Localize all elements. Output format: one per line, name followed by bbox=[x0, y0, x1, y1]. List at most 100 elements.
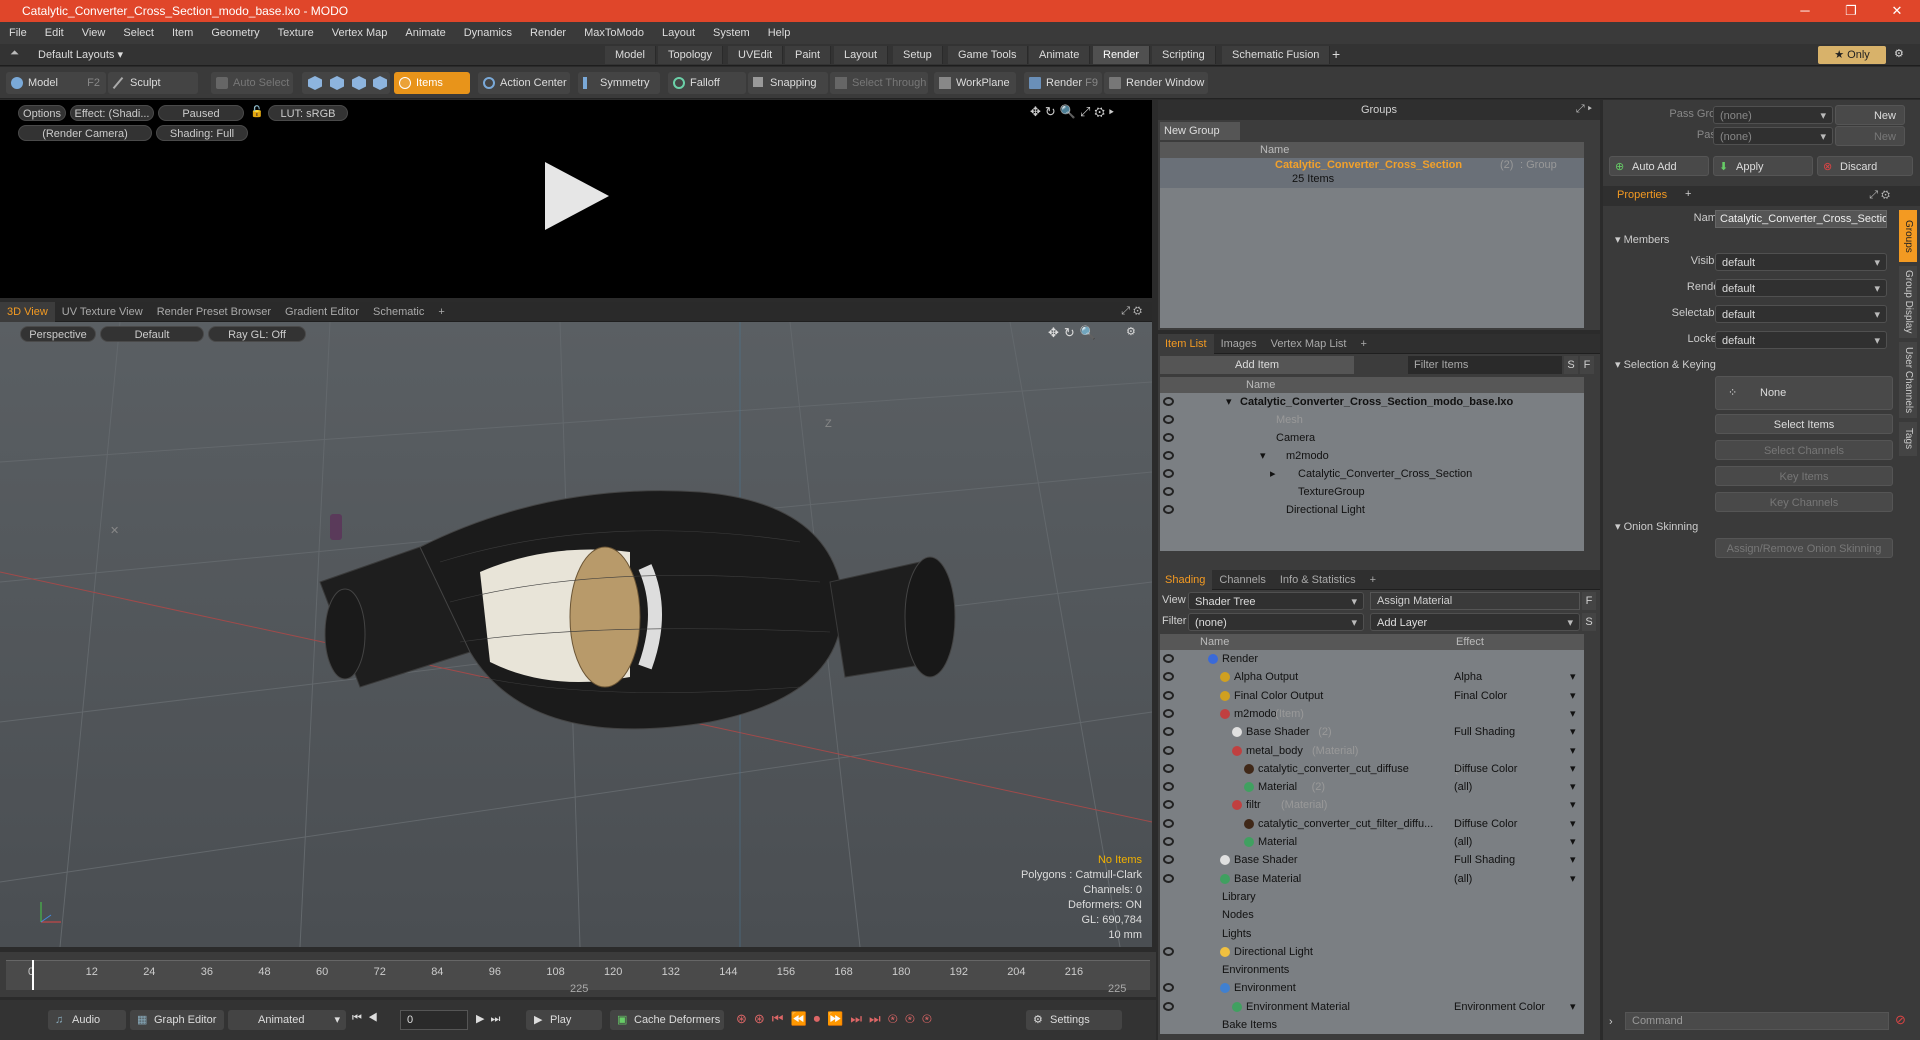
tab-layout[interactable]: Layout bbox=[834, 46, 889, 64]
filter-dropdown[interactable]: (none) bbox=[1188, 613, 1364, 632]
tab-paint[interactable]: Paint bbox=[785, 46, 832, 64]
pass-groups-dropdown[interactable]: (none) bbox=[1713, 106, 1833, 125]
lut-dropdown[interactable]: LUT: sRGB bbox=[268, 105, 348, 121]
auto-add-button[interactable]: ⊕ Auto Add bbox=[1609, 156, 1709, 176]
transport-fwd-icons[interactable]: ▶⏭ bbox=[476, 1012, 506, 1026]
chevron-down-icon[interactable]: ▾ bbox=[1570, 778, 1576, 796]
menu-vertex-map[interactable]: Vertex Map bbox=[323, 22, 397, 44]
shader-row[interactable]: Bake Items bbox=[1160, 1016, 1584, 1034]
viewport-options-icon[interactable]: ⤢ ⚙ bbox=[1121, 305, 1142, 318]
render-window-button[interactable]: Render Window bbox=[1104, 72, 1208, 94]
menu-geometry[interactable]: Geometry bbox=[202, 22, 268, 44]
materials-icon[interactable] bbox=[373, 76, 387, 90]
eye-icon[interactable] bbox=[1163, 505, 1174, 514]
side-tab-group-display[interactable]: Group Display bbox=[1899, 266, 1917, 338]
shader-row[interactable]: Base Material (all) ▾ bbox=[1160, 870, 1584, 888]
shader-row[interactable]: metal_body (Material) ▾ bbox=[1160, 742, 1584, 760]
menu-file[interactable]: File bbox=[0, 22, 36, 44]
eye-icon[interactable] bbox=[1163, 708, 1174, 718]
layout-icon[interactable]: ⏶ bbox=[10, 47, 19, 60]
eye-icon[interactable] bbox=[1163, 487, 1174, 496]
list-item[interactable]: Catalytic_Converter_Cross_Section_modo_b… bbox=[1160, 393, 1584, 411]
render-dropdown[interactable]: default bbox=[1715, 279, 1887, 298]
shader-row[interactable]: Environments bbox=[1160, 961, 1584, 979]
groups-expand-icon[interactable]: ⤢ ▸ bbox=[1576, 103, 1592, 116]
add-itemlist-tab-icon[interactable]: + bbox=[1353, 334, 1373, 354]
selectable-dropdown[interactable]: default bbox=[1715, 305, 1887, 324]
add-shading-tab-icon[interactable]: + bbox=[1363, 570, 1383, 590]
close-icon[interactable]: ✕ bbox=[1874, 0, 1920, 22]
tab-setup[interactable]: Setup bbox=[893, 46, 943, 64]
eye-icon[interactable] bbox=[1163, 818, 1174, 828]
eye-icon[interactable] bbox=[1163, 690, 1174, 700]
shader-row[interactable]: Nodes bbox=[1160, 906, 1584, 924]
eye-icon[interactable] bbox=[1163, 433, 1174, 442]
audio-button[interactable]: ♫ Audio bbox=[48, 1010, 126, 1030]
filter-items-input[interactable]: Filter Items bbox=[1408, 356, 1562, 374]
new-pass-button[interactable]: New bbox=[1835, 126, 1905, 146]
menu-dynamics[interactable]: Dynamics bbox=[455, 22, 521, 44]
viewport-nav-icons[interactable]: ✥↻🔍 bbox=[1048, 325, 1101, 341]
tab-3d-view[interactable]: 3D View bbox=[0, 302, 55, 322]
shader-row[interactable]: Base Shader (2) Full Shading ▾ bbox=[1160, 723, 1584, 741]
preview-nav-icons[interactable]: ✥↻🔍⤢⚙▸ bbox=[1030, 104, 1118, 120]
menu-item[interactable]: Item bbox=[163, 22, 202, 44]
chevron-down-icon[interactable]: ▾ bbox=[1570, 723, 1576, 741]
shader-row-effect[interactable]: Diffuse Color bbox=[1454, 760, 1517, 778]
onion-skinning-section[interactable]: ▾ Onion Skinning bbox=[1615, 520, 1698, 533]
menu-texture[interactable]: Texture bbox=[269, 22, 323, 44]
eye-icon[interactable] bbox=[1163, 837, 1174, 846]
key-channels-button[interactable]: Key Channels bbox=[1715, 492, 1893, 512]
shader-row[interactable]: catalytic_converter_cut_filter_diffu... D… bbox=[1160, 815, 1584, 833]
filter-s-button[interactable]: S bbox=[1564, 356, 1578, 374]
menu-layout[interactable]: Layout bbox=[653, 22, 704, 44]
tab-item-list[interactable]: Item List bbox=[1158, 334, 1214, 354]
shader-row-effect[interactable]: Diffuse Color bbox=[1454, 815, 1517, 833]
snapping-button[interactable]: Snapping bbox=[748, 72, 828, 94]
shader-row-effect[interactable]: Environment Color bbox=[1454, 998, 1545, 1016]
eye-icon[interactable] bbox=[1163, 415, 1174, 424]
edges-icon[interactable] bbox=[330, 76, 344, 90]
shader-row[interactable]: Environment Material Environment Color ▾ bbox=[1160, 998, 1584, 1016]
tab-schematic-fusion[interactable]: Schematic Fusion bbox=[1222, 46, 1331, 64]
chevron-down-icon[interactable]: ▾ bbox=[1570, 851, 1576, 869]
shader-row-effect[interactable]: (all) bbox=[1454, 870, 1472, 888]
eye-icon[interactable] bbox=[1163, 763, 1174, 773]
chevron-right-icon[interactable]: ▸ bbox=[1270, 465, 1276, 483]
menu-edit[interactable]: Edit bbox=[36, 22, 73, 44]
symmetry-button[interactable]: Symmetry bbox=[578, 72, 660, 94]
locked-dropdown[interactable]: default bbox=[1715, 331, 1887, 350]
key-items-button[interactable]: Key Items bbox=[1715, 466, 1893, 486]
menu-select[interactable]: Select bbox=[114, 22, 163, 44]
only-button[interactable]: ★ Only bbox=[1818, 46, 1886, 64]
eye-icon[interactable] bbox=[1163, 654, 1174, 663]
action-center-button[interactable]: Action Center bbox=[478, 72, 570, 94]
tab-channels[interactable]: Channels bbox=[1212, 570, 1272, 590]
chevron-down-icon[interactable]: ▾ bbox=[1570, 668, 1576, 686]
shader-row[interactable]: Render bbox=[1160, 650, 1584, 668]
shader-row-effect[interactable]: Full Shading bbox=[1454, 851, 1515, 869]
menu-system[interactable]: System bbox=[704, 22, 759, 44]
menu-help[interactable]: Help bbox=[759, 22, 800, 44]
tab-animate[interactable]: Animate bbox=[1029, 46, 1091, 64]
eye-icon[interactable] bbox=[1163, 873, 1174, 883]
add-properties-tab-icon[interactable]: + bbox=[1685, 188, 1691, 200]
shader-row[interactable]: Alpha Output Alpha ▾ bbox=[1160, 668, 1584, 686]
shading-dropdown[interactable]: Shading: Full bbox=[156, 125, 248, 141]
eye-icon[interactable] bbox=[1163, 855, 1174, 865]
animated-dropdown[interactable]: Animated ▾ bbox=[228, 1010, 346, 1030]
lock-icon[interactable]: 🔓 bbox=[250, 105, 264, 118]
add-tab-icon[interactable]: + bbox=[1332, 46, 1340, 62]
tab-images[interactable]: Images bbox=[1214, 334, 1264, 354]
passes-dropdown[interactable]: (none) bbox=[1713, 127, 1833, 146]
viewport-settings-icon[interactable]: ⚙ bbox=[1126, 325, 1136, 338]
shader-row[interactable]: Material (all) ▾ bbox=[1160, 833, 1584, 851]
eye-icon[interactable] bbox=[1163, 800, 1174, 810]
visible-dropdown[interactable]: default bbox=[1715, 253, 1887, 272]
tab-game-tools[interactable]: Game Tools bbox=[948, 46, 1028, 64]
maximize-icon[interactable]: ❐ bbox=[1828, 0, 1874, 22]
select-through-button[interactable]: Select Through bbox=[830, 72, 928, 94]
eye-icon[interactable] bbox=[1163, 469, 1174, 478]
shader-row[interactable]: Library bbox=[1160, 888, 1584, 906]
sculpt-button[interactable]: Sculpt bbox=[108, 72, 198, 94]
